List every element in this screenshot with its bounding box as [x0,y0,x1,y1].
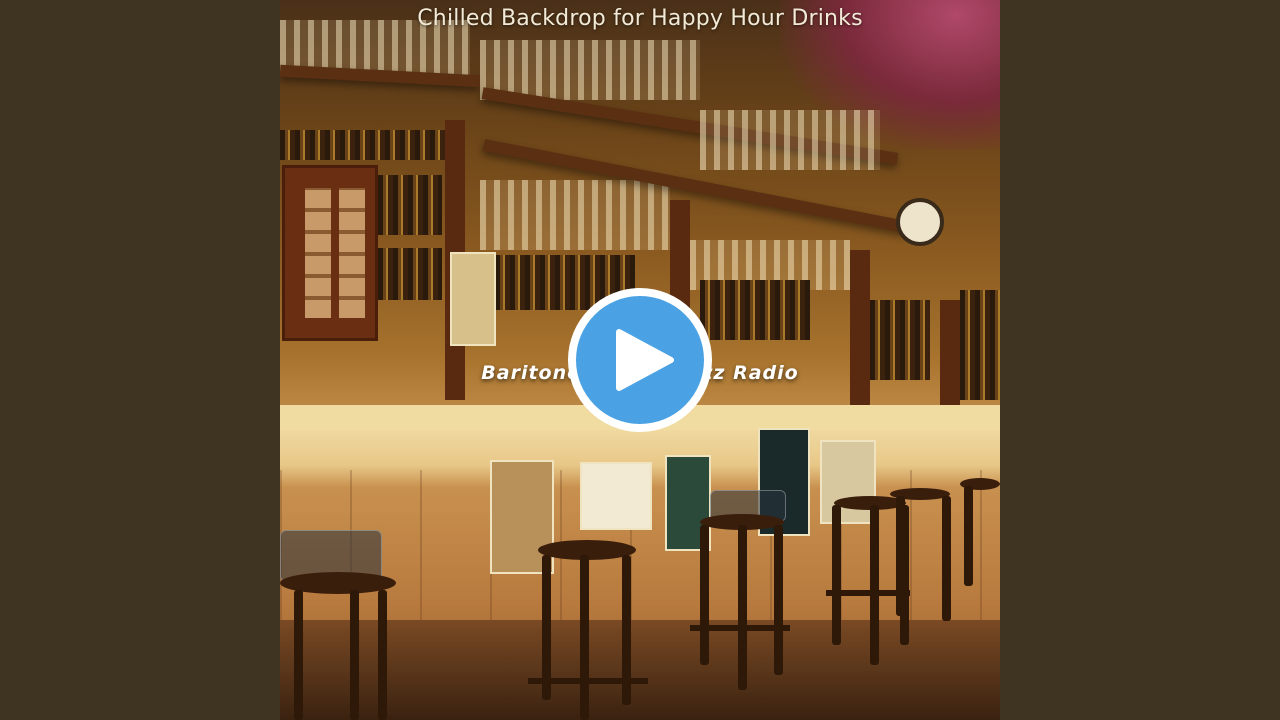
wood-post [850,250,870,410]
framed-picture [450,252,496,346]
poster [820,440,876,524]
video-player[interactable]: Chilled Backdrop for Happy Hour Drinks B… [0,0,1280,720]
poster [580,462,652,530]
bottle-row [378,175,442,235]
letterbox-left [0,0,280,720]
glass-rack [700,110,880,170]
bottle-row [700,280,810,340]
play-icon [616,329,674,391]
play-button-disc[interactable] [576,296,704,424]
bottle-row [280,130,450,160]
display-cabinet [282,165,378,341]
wall-clock [896,198,944,246]
video-title: Chilled Backdrop for Happy Hour Drinks [417,6,863,31]
letterbox-right [1000,0,1280,720]
play-button[interactable] [568,288,712,432]
bottle-row [378,248,442,300]
floor [280,620,1000,720]
wood-post [940,300,960,410]
glass-rack [480,180,670,250]
